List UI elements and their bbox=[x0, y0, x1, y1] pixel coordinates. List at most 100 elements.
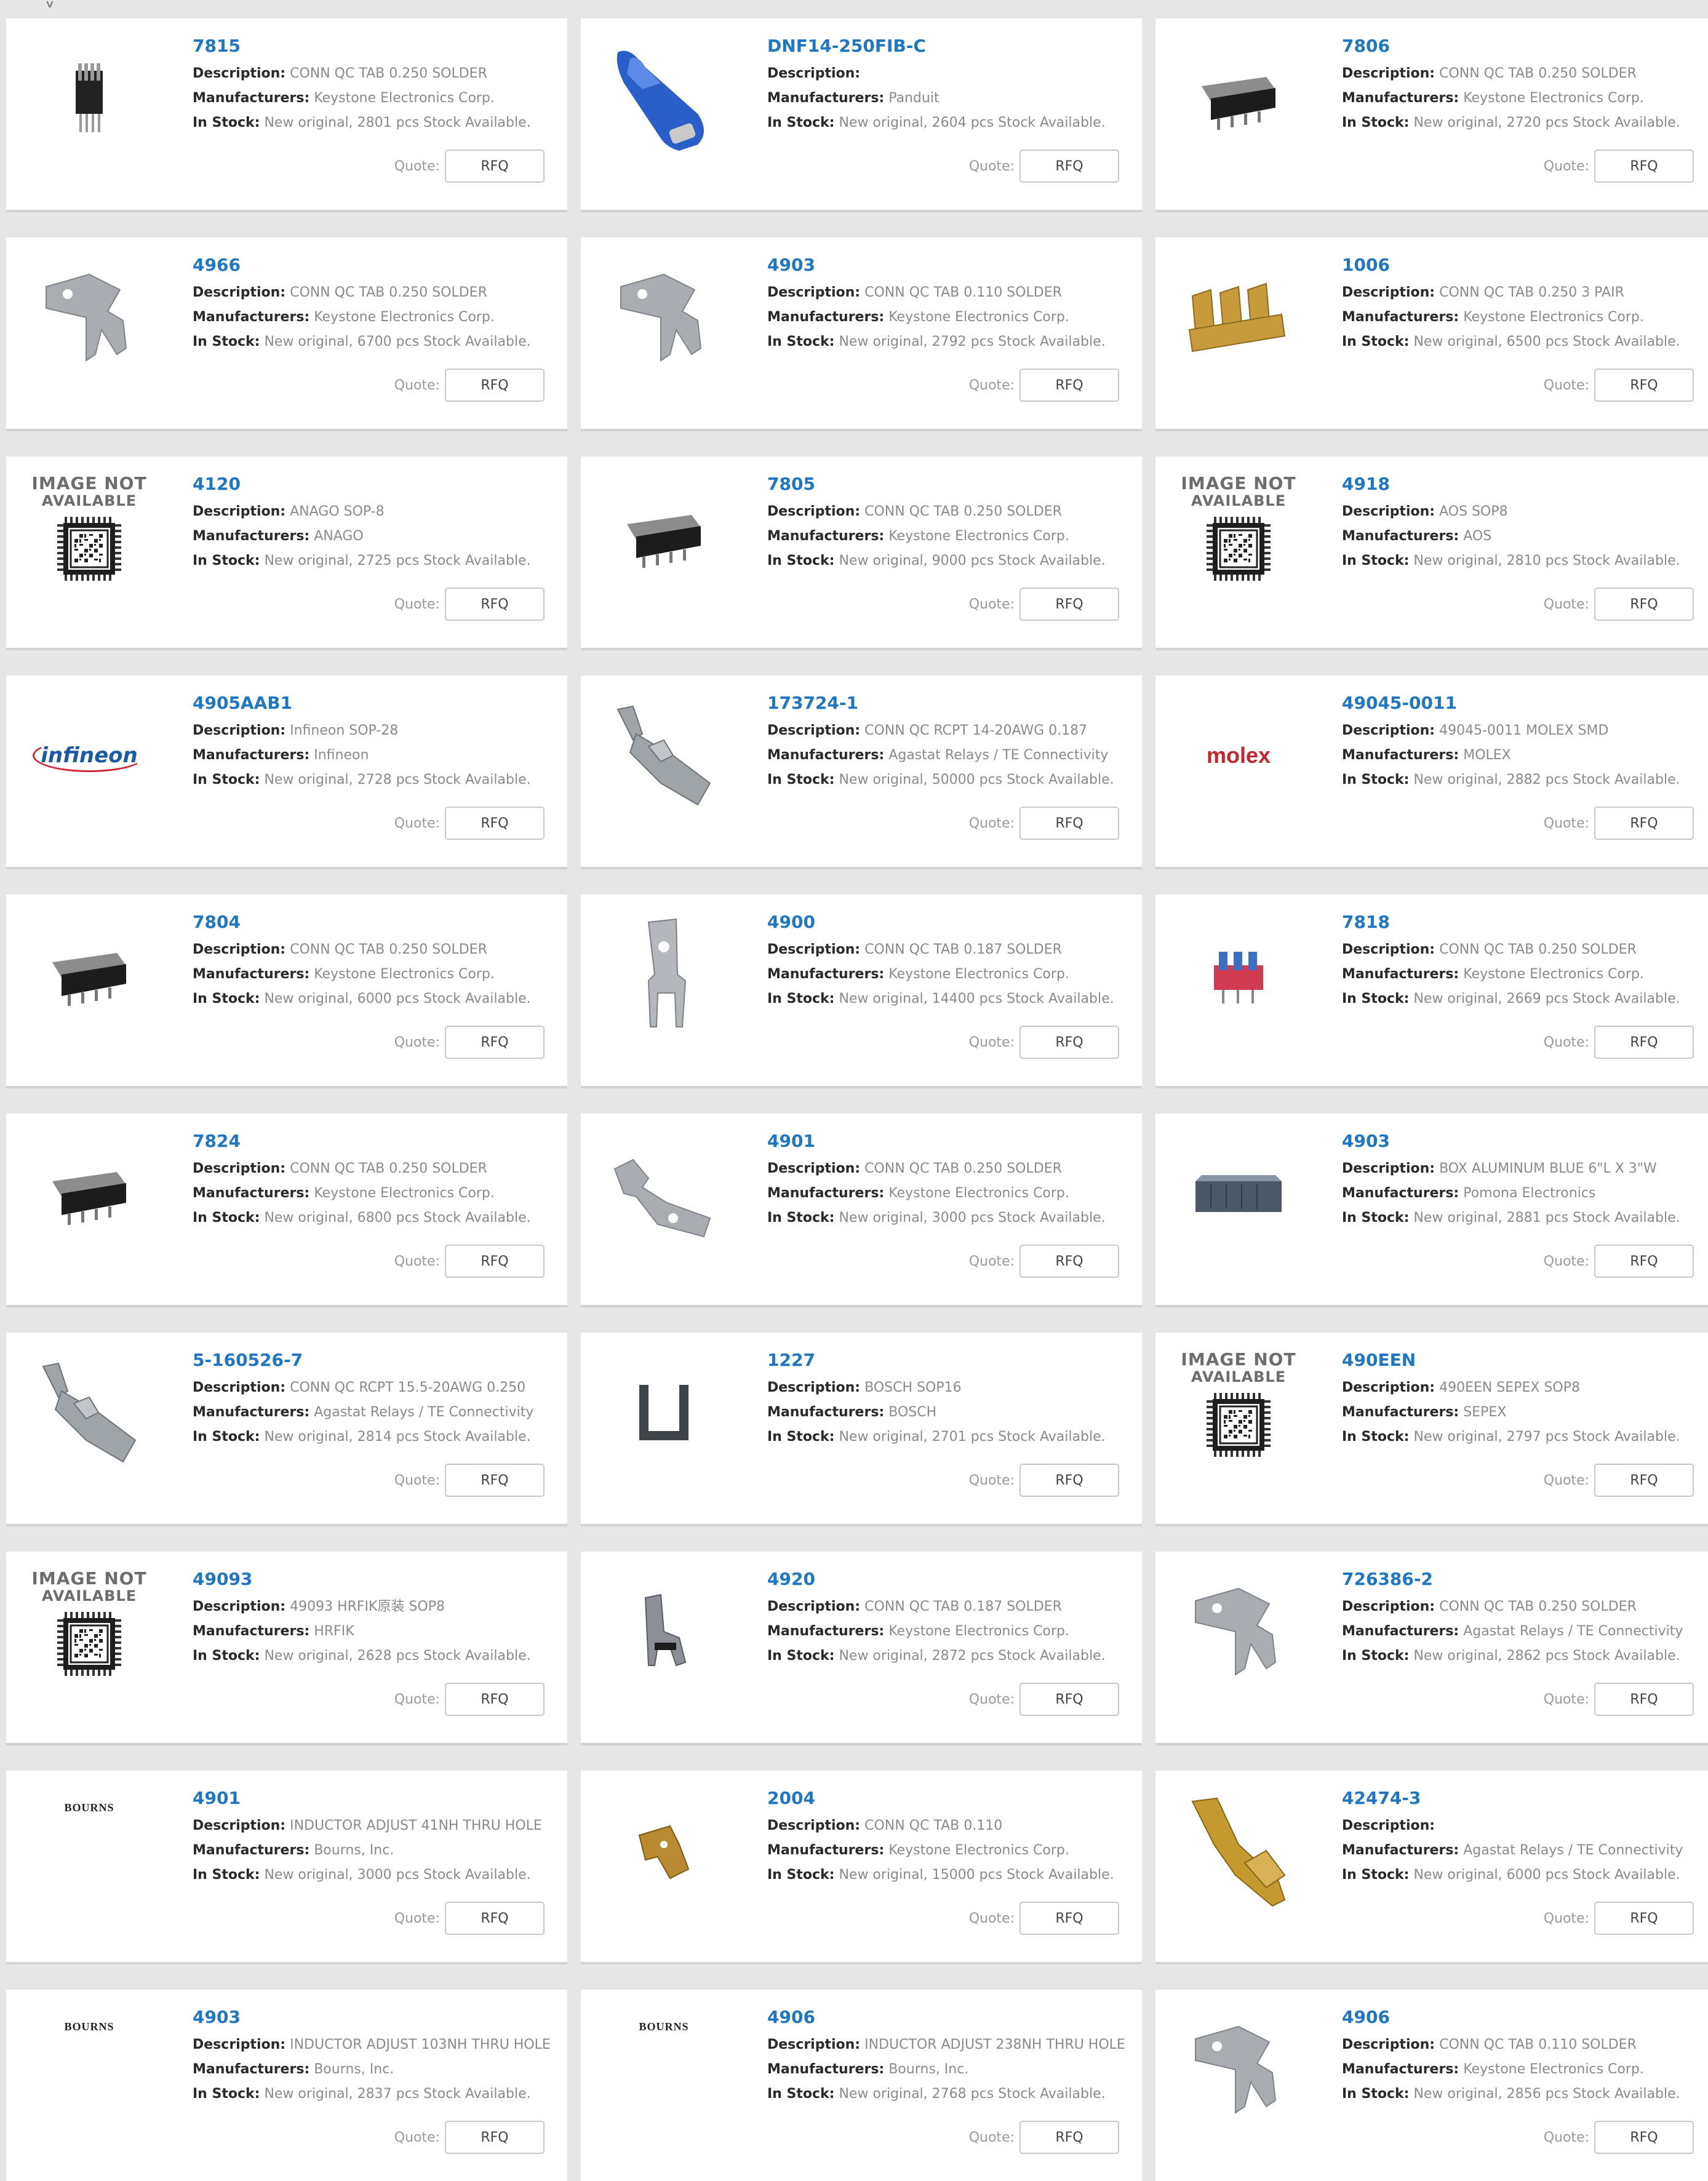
part-number-link[interactable]: 7818 bbox=[1342, 912, 1704, 933]
rfq-button[interactable]: RFQ bbox=[1594, 1683, 1694, 1716]
infineon-logo[interactable]: infineon bbox=[28, 694, 151, 817]
rfq-button[interactable]: RFQ bbox=[1020, 369, 1119, 402]
receptacle-icon[interactable] bbox=[602, 694, 725, 817]
product-card: 4966 Description: CONN QC TAB 0.250 SOLD… bbox=[6, 237, 567, 429]
metal-tab-icon[interactable] bbox=[28, 256, 151, 379]
manufacturer-label: Manufacturers: bbox=[1342, 528, 1459, 544]
image-not-available-placeholder[interactable]: IMAGE NOT AVAILABLE bbox=[28, 475, 151, 598]
rfq-button[interactable]: RFQ bbox=[1594, 2121, 1694, 2154]
rfq-button[interactable]: RFQ bbox=[1020, 2121, 1119, 2154]
metal-tab-icon[interactable] bbox=[1177, 2008, 1300, 2131]
part-number-link[interactable]: 42474-3 bbox=[1342, 1788, 1704, 1809]
bourns-logo[interactable]: BOURNS bbox=[28, 2008, 151, 2143]
image-not-available-label: IMAGE NOT AVAILABLE bbox=[1181, 1349, 1296, 1386]
rfq-button[interactable]: RFQ bbox=[1594, 1902, 1694, 1935]
part-number-link[interactable]: 5-160526-7 bbox=[193, 1350, 555, 1371]
rfq-button[interactable]: RFQ bbox=[445, 2121, 545, 2154]
rfq-button[interactable]: RFQ bbox=[445, 1683, 545, 1716]
rfq-button[interactable]: RFQ bbox=[1020, 1683, 1119, 1716]
rfq-button[interactable]: RFQ bbox=[1594, 1026, 1694, 1059]
rfq-button[interactable]: RFQ bbox=[1594, 369, 1694, 402]
image-not-available-placeholder[interactable]: IMAGE NOT AVAILABLE bbox=[1177, 1351, 1300, 1474]
part-number-link[interactable]: 7824 bbox=[193, 1131, 555, 1152]
manufacturer-value: Pomona Electronics bbox=[1463, 1185, 1596, 1201]
rfq-button[interactable]: RFQ bbox=[1020, 1245, 1119, 1278]
quote-label: Quote: bbox=[394, 596, 440, 612]
metal-tab-icon[interactable] bbox=[602, 256, 725, 379]
red-connector-icon[interactable] bbox=[1177, 913, 1300, 1036]
rfq-button[interactable]: RFQ bbox=[445, 1026, 545, 1059]
upright-tab-icon[interactable] bbox=[602, 913, 725, 1036]
part-number-link[interactable]: 4901 bbox=[193, 1788, 555, 1809]
brass-tabs-icon[interactable] bbox=[1177, 256, 1300, 379]
rfq-button[interactable]: RFQ bbox=[1020, 1026, 1119, 1059]
manufacturer-row: Manufacturers: Keystone Electronics Corp… bbox=[193, 86, 555, 111]
rfq-button[interactable]: RFQ bbox=[445, 150, 545, 183]
image-not-available-placeholder[interactable]: IMAGE NOT AVAILABLE bbox=[1177, 475, 1300, 598]
brass-small-tab-icon[interactable] bbox=[602, 1789, 725, 1912]
rfq-button[interactable]: RFQ bbox=[1020, 1464, 1119, 1497]
receptacle-icon[interactable] bbox=[28, 1351, 151, 1474]
part-number-link[interactable]: 2004 bbox=[767, 1788, 1130, 1809]
part-number-link[interactable]: 4900 bbox=[767, 912, 1130, 933]
aluminum-box-icon[interactable] bbox=[1177, 1132, 1300, 1255]
flat-tab-icon[interactable] bbox=[602, 1132, 725, 1255]
rfq-button[interactable]: RFQ bbox=[1594, 150, 1694, 183]
description-value: BOX ALUMINUM BLUE 6"L X 3"W bbox=[1439, 1160, 1657, 1176]
rfq-button[interactable]: RFQ bbox=[445, 807, 545, 840]
description-label: Description: bbox=[193, 722, 286, 738]
part-number-link[interactable]: 4120 bbox=[193, 474, 555, 495]
rfq-button[interactable]: RFQ bbox=[445, 1902, 545, 1935]
part-number-link[interactable]: 7805 bbox=[767, 474, 1130, 495]
u-clip-icon[interactable] bbox=[602, 1351, 725, 1474]
part-number-link[interactable]: 49045-0011 bbox=[1342, 693, 1704, 714]
part-number-link[interactable]: 173724-1 bbox=[767, 693, 1130, 714]
part-number-link[interactable]: 7804 bbox=[193, 912, 555, 933]
black-connector-icon[interactable] bbox=[28, 1132, 151, 1255]
description-row: Description: INDUCTOR ADJUST 103NH THRU … bbox=[193, 2033, 555, 2057]
rfq-button[interactable]: RFQ bbox=[445, 1245, 545, 1278]
part-number-link[interactable]: 1006 bbox=[1342, 255, 1704, 276]
part-number-link[interactable]: DNF14-250FIB-C bbox=[767, 36, 1130, 57]
part-number-link[interactable]: 7815 bbox=[193, 36, 555, 57]
part-number-link[interactable]: 490EEN bbox=[1342, 1350, 1704, 1371]
bourns-logo[interactable]: BOURNS bbox=[602, 2008, 725, 2143]
part-number-link[interactable]: 4905AAB1 bbox=[193, 693, 555, 714]
metal-tab-icon[interactable] bbox=[1177, 1570, 1300, 1693]
stock-row: In Stock: New original, 2797 pcs Stock A… bbox=[1342, 1425, 1704, 1449]
rfq-button[interactable]: RFQ bbox=[445, 369, 545, 402]
image-not-available-placeholder[interactable]: IMAGE NOT AVAILABLE bbox=[28, 1570, 151, 1693]
rfq-button[interactable]: RFQ bbox=[1594, 1245, 1694, 1278]
rfq-button[interactable]: RFQ bbox=[1020, 1902, 1119, 1935]
rfq-button[interactable]: RFQ bbox=[445, 588, 545, 621]
connector-vertical-icon[interactable] bbox=[28, 37, 151, 160]
part-number-link[interactable]: 7806 bbox=[1342, 36, 1704, 57]
part-number-link[interactable]: 4903 bbox=[767, 255, 1130, 276]
black-connector-icon[interactable] bbox=[1177, 37, 1300, 160]
molex-logo[interactable]: molex bbox=[1177, 694, 1300, 817]
part-number-link[interactable]: 4906 bbox=[767, 2007, 1130, 2028]
part-number-link[interactable]: 4903 bbox=[1342, 1131, 1704, 1152]
blue-terminal-icon[interactable] bbox=[602, 37, 725, 160]
part-number-link[interactable]: 1227 bbox=[767, 1350, 1130, 1371]
rfq-button[interactable]: RFQ bbox=[1020, 588, 1119, 621]
part-number-link[interactable]: 4906 bbox=[1342, 2007, 1704, 2028]
rfq-button[interactable]: RFQ bbox=[1594, 807, 1694, 840]
part-number-link[interactable]: 4903 bbox=[193, 2007, 555, 2028]
rfq-button[interactable]: RFQ bbox=[1594, 1464, 1694, 1497]
rfq-button[interactable]: RFQ bbox=[1594, 588, 1694, 621]
black-connector-icon[interactable] bbox=[602, 475, 725, 598]
part-number-link[interactable]: 4966 bbox=[193, 255, 555, 276]
rfq-button[interactable]: RFQ bbox=[1020, 807, 1119, 840]
part-number-link[interactable]: 4920 bbox=[767, 1569, 1130, 1590]
part-number-link[interactable]: 726386-2 bbox=[1342, 1569, 1704, 1590]
bourns-logo[interactable]: BOURNS bbox=[28, 1789, 151, 1924]
black-connector-icon[interactable] bbox=[28, 913, 151, 1036]
part-number-link[interactable]: 4918 bbox=[1342, 474, 1704, 495]
part-number-link[interactable]: 49093 bbox=[193, 1569, 555, 1590]
rfq-button[interactable]: RFQ bbox=[1020, 150, 1119, 183]
part-number-link[interactable]: 4901 bbox=[767, 1131, 1130, 1152]
small-tab-icon[interactable] bbox=[602, 1570, 725, 1693]
brass-terminal-icon[interactable] bbox=[1177, 1789, 1300, 1912]
rfq-button[interactable]: RFQ bbox=[445, 1464, 545, 1497]
